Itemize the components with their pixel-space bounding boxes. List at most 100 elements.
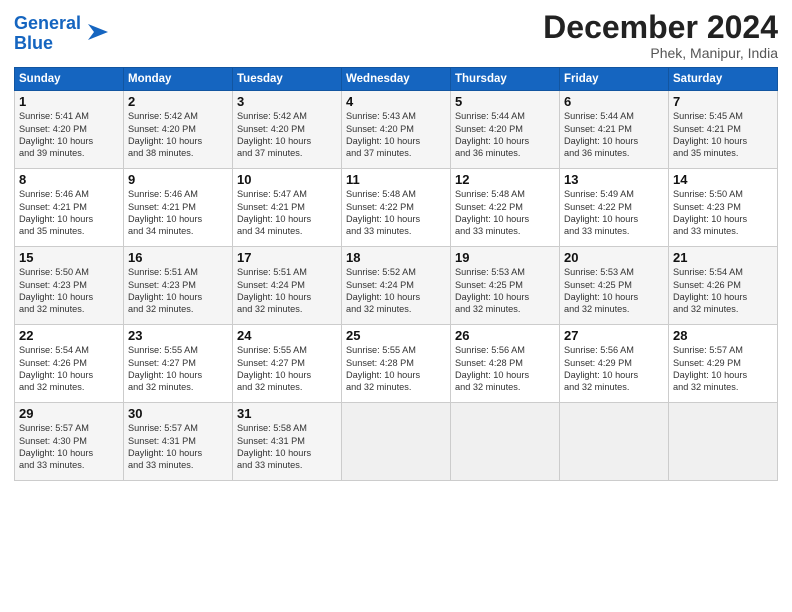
calendar-cell — [560, 403, 669, 481]
cell-content: Sunrise: 5:53 AM Sunset: 4:25 PM Dayligh… — [455, 266, 555, 316]
day-number: 4 — [346, 94, 446, 109]
day-number: 19 — [455, 250, 555, 265]
calendar-cell: 11Sunrise: 5:48 AM Sunset: 4:22 PM Dayli… — [342, 169, 451, 247]
cell-content: Sunrise: 5:48 AM Sunset: 4:22 PM Dayligh… — [455, 188, 555, 238]
logo-text: General — [14, 14, 81, 34]
cell-content: Sunrise: 5:55 AM Sunset: 4:27 PM Dayligh… — [237, 344, 337, 394]
calendar-week-row: 22Sunrise: 5:54 AM Sunset: 4:26 PM Dayli… — [15, 325, 778, 403]
cell-content: Sunrise: 5:52 AM Sunset: 4:24 PM Dayligh… — [346, 266, 446, 316]
cell-content: Sunrise: 5:44 AM Sunset: 4:21 PM Dayligh… — [564, 110, 664, 160]
cell-content: Sunrise: 5:56 AM Sunset: 4:28 PM Dayligh… — [455, 344, 555, 394]
day-number: 10 — [237, 172, 337, 187]
calendar-week-row: 1Sunrise: 5:41 AM Sunset: 4:20 PM Daylig… — [15, 91, 778, 169]
calendar-week-row: 29Sunrise: 5:57 AM Sunset: 4:30 PM Dayli… — [15, 403, 778, 481]
calendar-cell: 14Sunrise: 5:50 AM Sunset: 4:23 PM Dayli… — [669, 169, 778, 247]
calendar-cell: 22Sunrise: 5:54 AM Sunset: 4:26 PM Dayli… — [15, 325, 124, 403]
day-number: 26 — [455, 328, 555, 343]
title-block: December 2024 Phek, Manipur, India — [543, 10, 778, 61]
day-number: 23 — [128, 328, 228, 343]
day-number: 14 — [673, 172, 773, 187]
calendar-cell: 24Sunrise: 5:55 AM Sunset: 4:27 PM Dayli… — [233, 325, 342, 403]
cell-content: Sunrise: 5:54 AM Sunset: 4:26 PM Dayligh… — [19, 344, 119, 394]
month-title: December 2024 — [543, 10, 778, 45]
weekday-header-sunday: Sunday — [15, 68, 124, 91]
calendar-cell: 21Sunrise: 5:54 AM Sunset: 4:26 PM Dayli… — [669, 247, 778, 325]
day-number: 16 — [128, 250, 228, 265]
calendar-cell: 5Sunrise: 5:44 AM Sunset: 4:20 PM Daylig… — [451, 91, 560, 169]
calendar-cell — [342, 403, 451, 481]
calendar-cell: 26Sunrise: 5:56 AM Sunset: 4:28 PM Dayli… — [451, 325, 560, 403]
day-number: 11 — [346, 172, 446, 187]
day-number: 1 — [19, 94, 119, 109]
calendar-week-row: 15Sunrise: 5:50 AM Sunset: 4:23 PM Dayli… — [15, 247, 778, 325]
cell-content: Sunrise: 5:51 AM Sunset: 4:24 PM Dayligh… — [237, 266, 337, 316]
calendar-cell: 29Sunrise: 5:57 AM Sunset: 4:30 PM Dayli… — [15, 403, 124, 481]
cell-content: Sunrise: 5:51 AM Sunset: 4:23 PM Dayligh… — [128, 266, 228, 316]
calendar-cell: 17Sunrise: 5:51 AM Sunset: 4:24 PM Dayli… — [233, 247, 342, 325]
day-number: 2 — [128, 94, 228, 109]
calendar-cell: 30Sunrise: 5:57 AM Sunset: 4:31 PM Dayli… — [124, 403, 233, 481]
day-number: 5 — [455, 94, 555, 109]
calendar-cell: 28Sunrise: 5:57 AM Sunset: 4:29 PM Dayli… — [669, 325, 778, 403]
calendar-cell: 6Sunrise: 5:44 AM Sunset: 4:21 PM Daylig… — [560, 91, 669, 169]
logo: General Blue — [14, 14, 112, 54]
weekday-header-friday: Friday — [560, 68, 669, 91]
calendar-cell: 7Sunrise: 5:45 AM Sunset: 4:21 PM Daylig… — [669, 91, 778, 169]
weekday-header-saturday: Saturday — [669, 68, 778, 91]
calendar-header: SundayMondayTuesdayWednesdayThursdayFrid… — [15, 68, 778, 91]
cell-content: Sunrise: 5:48 AM Sunset: 4:22 PM Dayligh… — [346, 188, 446, 238]
cell-content: Sunrise: 5:55 AM Sunset: 4:27 PM Dayligh… — [128, 344, 228, 394]
calendar-cell: 4Sunrise: 5:43 AM Sunset: 4:20 PM Daylig… — [342, 91, 451, 169]
calendar-table: SundayMondayTuesdayWednesdayThursdayFrid… — [14, 67, 778, 481]
calendar-cell: 2Sunrise: 5:42 AM Sunset: 4:20 PM Daylig… — [124, 91, 233, 169]
day-number: 18 — [346, 250, 446, 265]
day-number: 9 — [128, 172, 228, 187]
calendar-cell: 25Sunrise: 5:55 AM Sunset: 4:28 PM Dayli… — [342, 325, 451, 403]
cell-content: Sunrise: 5:44 AM Sunset: 4:20 PM Dayligh… — [455, 110, 555, 160]
day-number: 24 — [237, 328, 337, 343]
calendar-cell: 19Sunrise: 5:53 AM Sunset: 4:25 PM Dayli… — [451, 247, 560, 325]
calendar-cell: 9Sunrise: 5:46 AM Sunset: 4:21 PM Daylig… — [124, 169, 233, 247]
calendar-cell: 12Sunrise: 5:48 AM Sunset: 4:22 PM Dayli… — [451, 169, 560, 247]
cell-content: Sunrise: 5:56 AM Sunset: 4:29 PM Dayligh… — [564, 344, 664, 394]
day-number: 15 — [19, 250, 119, 265]
day-number: 6 — [564, 94, 664, 109]
logo-icon — [84, 18, 112, 46]
day-number: 12 — [455, 172, 555, 187]
calendar-cell: 8Sunrise: 5:46 AM Sunset: 4:21 PM Daylig… — [15, 169, 124, 247]
cell-content: Sunrise: 5:42 AM Sunset: 4:20 PM Dayligh… — [128, 110, 228, 160]
cell-content: Sunrise: 5:42 AM Sunset: 4:20 PM Dayligh… — [237, 110, 337, 160]
cell-content: Sunrise: 5:50 AM Sunset: 4:23 PM Dayligh… — [19, 266, 119, 316]
cell-content: Sunrise: 5:41 AM Sunset: 4:20 PM Dayligh… — [19, 110, 119, 160]
day-number: 7 — [673, 94, 773, 109]
subtitle: Phek, Manipur, India — [543, 45, 778, 61]
day-number: 25 — [346, 328, 446, 343]
calendar-cell: 10Sunrise: 5:47 AM Sunset: 4:21 PM Dayli… — [233, 169, 342, 247]
weekday-header-row: SundayMondayTuesdayWednesdayThursdayFrid… — [15, 68, 778, 91]
weekday-header-wednesday: Wednesday — [342, 68, 451, 91]
day-number: 20 — [564, 250, 664, 265]
cell-content: Sunrise: 5:53 AM Sunset: 4:25 PM Dayligh… — [564, 266, 664, 316]
day-number: 31 — [237, 406, 337, 421]
day-number: 28 — [673, 328, 773, 343]
weekday-header-thursday: Thursday — [451, 68, 560, 91]
calendar-cell: 3Sunrise: 5:42 AM Sunset: 4:20 PM Daylig… — [233, 91, 342, 169]
logo-text2: Blue — [14, 34, 81, 54]
calendar-cell: 31Sunrise: 5:58 AM Sunset: 4:31 PM Dayli… — [233, 403, 342, 481]
day-number: 27 — [564, 328, 664, 343]
day-number: 21 — [673, 250, 773, 265]
calendar-cell — [669, 403, 778, 481]
weekday-header-monday: Monday — [124, 68, 233, 91]
calendar-cell: 13Sunrise: 5:49 AM Sunset: 4:22 PM Dayli… — [560, 169, 669, 247]
weekday-header-tuesday: Tuesday — [233, 68, 342, 91]
calendar-cell: 27Sunrise: 5:56 AM Sunset: 4:29 PM Dayli… — [560, 325, 669, 403]
calendar-cell — [451, 403, 560, 481]
day-number: 13 — [564, 172, 664, 187]
cell-content: Sunrise: 5:57 AM Sunset: 4:31 PM Dayligh… — [128, 422, 228, 472]
day-number: 3 — [237, 94, 337, 109]
cell-content: Sunrise: 5:43 AM Sunset: 4:20 PM Dayligh… — [346, 110, 446, 160]
cell-content: Sunrise: 5:46 AM Sunset: 4:21 PM Dayligh… — [19, 188, 119, 238]
day-number: 8 — [19, 172, 119, 187]
cell-content: Sunrise: 5:49 AM Sunset: 4:22 PM Dayligh… — [564, 188, 664, 238]
calendar-cell: 16Sunrise: 5:51 AM Sunset: 4:23 PM Dayli… — [124, 247, 233, 325]
